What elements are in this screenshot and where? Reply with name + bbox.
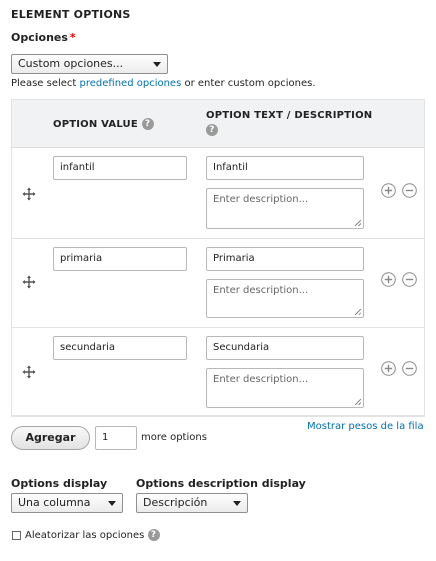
opciones-select-value: Custom opciones... (18, 57, 124, 70)
options-description-display-value: Descripción (143, 496, 208, 509)
options-description-display-label: Options description display (136, 477, 306, 490)
col-option-value-label: OPTION VALUE (53, 119, 138, 130)
resize-grip-icon[interactable] (355, 399, 361, 405)
option-text-input[interactable]: Secundaria (206, 336, 364, 360)
chevron-down-icon (153, 62, 161, 67)
more-options-label: more options (141, 432, 207, 443)
option-text-input[interactable]: Primaria (206, 247, 364, 271)
add-count-input[interactable]: 1 (95, 426, 137, 450)
option-value-input[interactable]: infantil (53, 156, 187, 180)
drag-handle-icon[interactable] (22, 275, 36, 289)
options-display-label: Options display (11, 477, 108, 490)
option-text-input[interactable]: Infantil (206, 156, 364, 180)
table-row: primaria Primaria Enter description... (12, 239, 424, 328)
help-icon[interactable]: ? (141, 118, 154, 130)
options-table: OPTION VALUE ? OPTION TEXT / DESCRIPTION… (11, 99, 425, 417)
required-mark: * (69, 31, 76, 44)
chevron-down-icon (108, 501, 116, 506)
show-row-weights-link[interactable]: Mostrar pesos de la fila (307, 421, 424, 432)
help-icon[interactable]: ? (206, 124, 218, 136)
opciones-description: Please select predefined opciones or ent… (11, 78, 316, 89)
description-placeholder: Enter description... (213, 374, 309, 385)
remove-row-icon[interactable] (402, 272, 417, 287)
options-description-display-select[interactable]: Descripción (136, 493, 248, 513)
col-option-text: OPTION TEXT / DESCRIPTION ? (206, 110, 372, 136)
opciones-label-text: Opciones (11, 31, 68, 44)
options-display-select[interactable]: Una columna (11, 493, 123, 513)
col-option-text-label: OPTION TEXT / DESCRIPTION (206, 110, 373, 121)
help-icon[interactable]: ? (147, 529, 160, 541)
col-option-value: OPTION VALUE ? (53, 118, 154, 130)
add-row-icon[interactable] (381, 361, 396, 376)
opciones-label: Opciones * (11, 31, 76, 44)
add-options-button[interactable]: Agregar (11, 426, 90, 450)
drag-handle-icon[interactable] (22, 365, 36, 379)
option-value-input[interactable]: primaria (53, 247, 187, 271)
option-description-textarea[interactable]: Enter description... (206, 368, 364, 408)
opciones-select[interactable]: Custom opciones... (11, 54, 168, 74)
table-row: secundaria Secundaria Enter description.… (12, 328, 424, 416)
table-header: OPTION VALUE ? OPTION TEXT / DESCRIPTION… (12, 100, 424, 148)
options-display-value: Una columna (18, 496, 91, 509)
chevron-down-icon (233, 501, 241, 506)
resize-grip-icon[interactable] (355, 220, 361, 226)
description-suffix: or enter custom opciones. (181, 78, 316, 89)
description-placeholder: Enter description... (213, 285, 309, 296)
option-value-input[interactable]: secundaria (53, 336, 187, 360)
section-title: ELEMENT OPTIONS (11, 8, 131, 21)
remove-row-icon[interactable] (402, 183, 417, 198)
drag-handle-icon[interactable] (22, 187, 36, 201)
randomize-label: Aleatorizar las opciones ? (25, 529, 160, 541)
predefined-opciones-link[interactable]: predefined opciones (80, 78, 182, 89)
remove-row-icon[interactable] (402, 361, 417, 376)
add-row-icon[interactable] (381, 183, 396, 198)
randomize-checkbox[interactable] (12, 531, 21, 540)
description-prefix: Please select (11, 78, 80, 89)
resize-grip-icon[interactable] (355, 309, 361, 315)
description-placeholder: Enter description... (213, 194, 309, 205)
table-row: infantil Infantil Enter description... (12, 148, 424, 239)
randomize-label-text: Aleatorizar las opciones (25, 530, 145, 541)
option-description-textarea[interactable]: Enter description... (206, 188, 364, 229)
option-description-textarea[interactable]: Enter description... (206, 279, 364, 318)
add-row-icon[interactable] (381, 272, 396, 287)
